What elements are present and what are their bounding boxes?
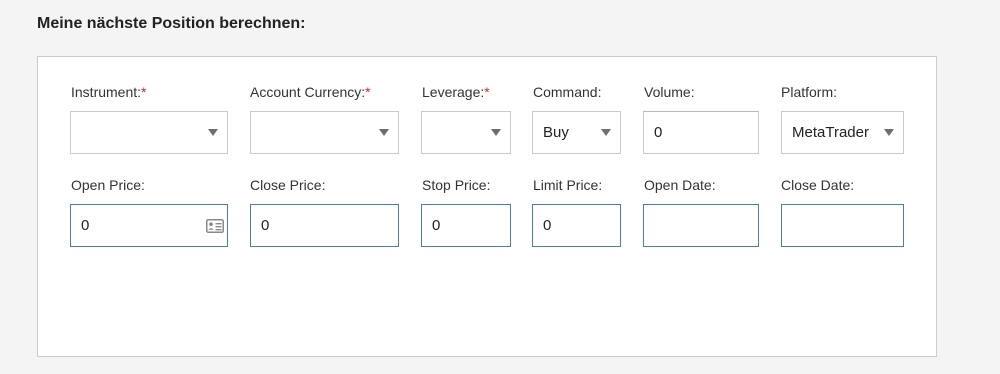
command-label: Command: xyxy=(533,84,602,100)
account-currency-label: Account Currency:* xyxy=(250,84,371,100)
contact-card-icon[interactable] xyxy=(206,219,224,233)
platform-label: Platform: xyxy=(781,84,838,100)
open-price-value: 0 xyxy=(81,217,90,234)
account-currency-select[interactable] xyxy=(250,111,399,154)
leverage-label: Leverage:* xyxy=(422,84,490,100)
limit-price-label: Limit Price: xyxy=(533,177,603,193)
triangle-down-icon xyxy=(208,129,218,136)
open-date-label: Open Date: xyxy=(644,177,716,193)
calculator-page: Meine nächste Position berechnen: Instru… xyxy=(0,0,1000,374)
triangle-down-icon xyxy=(884,129,894,136)
required-marker: * xyxy=(365,84,371,100)
stop-price-value: 0 xyxy=(432,217,441,234)
leverage-select[interactable] xyxy=(421,111,511,154)
platform-select[interactable]: MetaTrader xyxy=(781,111,904,154)
triangle-down-icon xyxy=(379,129,389,136)
triangle-down-icon xyxy=(491,129,501,136)
command-select[interactable]: Buy xyxy=(532,111,621,154)
limit-price-value: 0 xyxy=(543,217,552,234)
volume-value: 0 xyxy=(654,124,663,141)
close-price-label: Close Price: xyxy=(250,177,326,193)
close-date-input[interactable] xyxy=(781,204,904,247)
stop-price-label: Stop Price: xyxy=(422,177,491,193)
page-title: Meine nächste Position berechnen: xyxy=(37,15,306,32)
required-marker: * xyxy=(484,84,490,100)
command-value: Buy xyxy=(543,124,569,141)
open-price-input[interactable]: 0 xyxy=(70,204,228,247)
instrument-select[interactable] xyxy=(70,111,228,154)
stop-price-input[interactable]: 0 xyxy=(421,204,511,247)
platform-value: MetaTrader xyxy=(792,124,869,141)
instrument-label: Instrument:* xyxy=(71,84,147,100)
close-date-label: Close Date: xyxy=(781,177,855,193)
triangle-down-icon xyxy=(601,129,611,136)
volume-input[interactable]: 0 xyxy=(643,111,759,154)
close-price-input[interactable]: 0 xyxy=(250,204,399,247)
close-price-value: 0 xyxy=(261,217,270,234)
volume-label: Volume: xyxy=(644,84,695,100)
open-price-label: Open Price: xyxy=(71,177,145,193)
open-date-input[interactable] xyxy=(643,204,759,247)
limit-price-input[interactable]: 0 xyxy=(532,204,621,247)
required-marker: * xyxy=(141,84,147,100)
